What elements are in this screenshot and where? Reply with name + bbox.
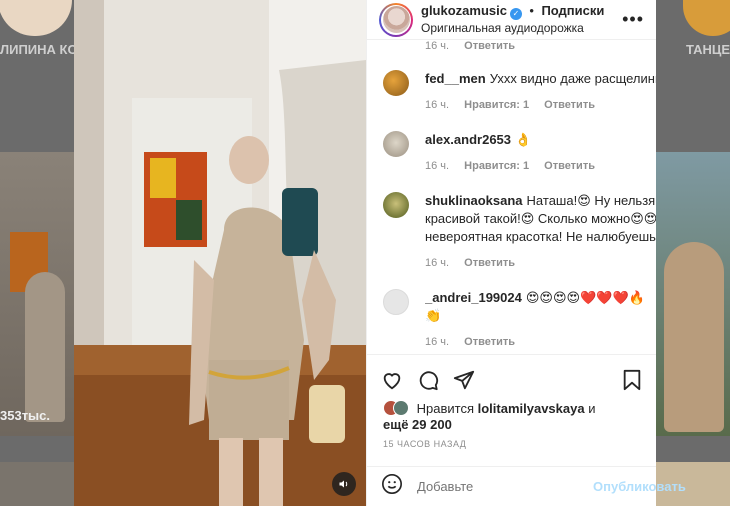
comment-time: 16 ч. [425,99,450,111]
add-comment-bar: Опубликовать [367,466,686,506]
feed-tile[interactable] [0,152,74,436]
volume-button[interactable] [332,472,356,496]
liker-username[interactable]: lolitamilyavskaya [478,401,585,416]
comment-meta: 16 ч. Ответить [425,333,656,351]
audio-label[interactable]: Оригинальная аудиодорожка [421,20,622,36]
comment-item: _andrei_199024 😍😍😍😍❤️❤️❤️🔥 👏 16 ч. Ответи… [383,289,656,351]
reply-button[interactable]: Ответить [544,99,595,111]
views-count: 353тыс. [0,408,51,423]
post-video[interactable] [74,0,366,506]
commenter-avatar[interactable] [383,70,409,96]
bookmark-icon[interactable] [622,369,642,391]
comment-text-line: 👏 [425,308,442,323]
post-timestamp[interactable]: 15 ЧАСОВ НАЗАД [383,439,466,449]
comment-text: Наташа!😍 Ну нельзя ж [526,193,656,208]
comment-likes[interactable]: Нравится: 1 [464,99,529,111]
comment-likes[interactable]: Нравится: 1 [464,160,529,172]
volume-icon [339,480,348,488]
feed-tile[interactable] [0,462,74,506]
following-button[interactable]: Подписки [541,3,604,18]
comment-text: 😍😍😍😍❤️❤️❤️🔥 [525,290,645,305]
separator-dot: • [529,3,534,18]
comment-meta: 16 ч. Ответить [425,40,656,56]
comment-text-line: невероятная красотка! Не налюбуешься [425,229,656,244]
commenter-avatar[interactable] [383,289,409,315]
post-header: glukozamusic ✓ • Подписки Оригинальная ау… [367,0,656,40]
commenter-username[interactable]: fed__men [425,71,486,86]
comment-time: 16 ч. [425,40,450,52]
video-frame [74,0,366,506]
likes-count[interactable]: ещё 29 200 [383,417,452,432]
comment-meta: 16 ч. Ответить [425,254,656,272]
commenter-username[interactable]: shuklinaoksana [425,193,523,208]
comment-item: shuklinaoksana Наташа!😍 Ну нельзя ж краси… [383,192,656,272]
comment-icon[interactable] [417,369,439,391]
reply-button[interactable]: Ответить [464,257,515,269]
reply-button[interactable]: Ответить [544,160,595,172]
story-avatar[interactable] [0,0,72,36]
verified-badge-icon: ✓ [509,8,522,20]
author-username[interactable]: glukozamusic [421,3,507,18]
action-bar [367,354,656,404]
comment-item: alex.andr2653 👌 16 ч. Нравится: 1 Ответит… [383,131,656,175]
emoji-icon[interactable] [381,473,403,500]
comment-text-line: красивой такой!😍 Сколько можно😍😍 [425,211,656,226]
comments-list[interactable]: 16 ч. Ответить fed__men Ухxx видно даже р… [367,40,656,353]
commenter-avatar[interactable] [383,131,409,157]
story-label[interactable]: ТАНЦЕ [686,42,730,57]
likes-prefix: Нравится [416,401,474,416]
comment-text: Ухxx видно даже расщелины👏 [489,71,656,86]
story-avatar[interactable] [683,0,730,36]
comment-meta: 16 ч. Нравится: 1 Ответить [425,157,656,175]
commenter-username[interactable]: _andrei_199024 [425,290,522,305]
comment-time: 16 ч. [425,257,450,269]
liker-avatar [393,400,409,416]
reply-button[interactable]: Ответить [464,336,515,348]
publish-button[interactable]: Опубликовать [593,479,686,494]
author-avatar[interactable] [379,2,413,37]
heart-icon[interactable] [381,369,403,391]
post-details-panel: glukozamusic ✓ • Подписки Оригинальная ау… [366,0,686,506]
post-modal: glukozamusic ✓ • Подписки Оригинальная ау… [74,0,686,506]
share-icon[interactable] [453,369,475,391]
commenter-username[interactable]: alex.andr2653 [425,132,511,147]
comment-item: fed__menУхxx видно даже расщелины👏 16 ч.… [383,70,656,114]
comment-text: 👌 [515,132,532,147]
comment-input[interactable] [417,479,593,494]
commenter-avatar[interactable] [383,192,409,218]
more-horizontal-icon[interactable]: ••• [622,9,644,30]
likes-conjunction: и [588,401,596,416]
likes-summary: Нравится lolitamilyavskaya и ещё 29 200 [383,400,640,433]
comment-time: 16 ч. [425,336,450,348]
reply-button[interactable]: Ответить [464,40,515,52]
comment-meta: 16 ч. Нравится: 1 Ответить [425,96,656,114]
feed-tile[interactable] [656,152,730,436]
comment-time: 16 ч. [425,160,450,172]
